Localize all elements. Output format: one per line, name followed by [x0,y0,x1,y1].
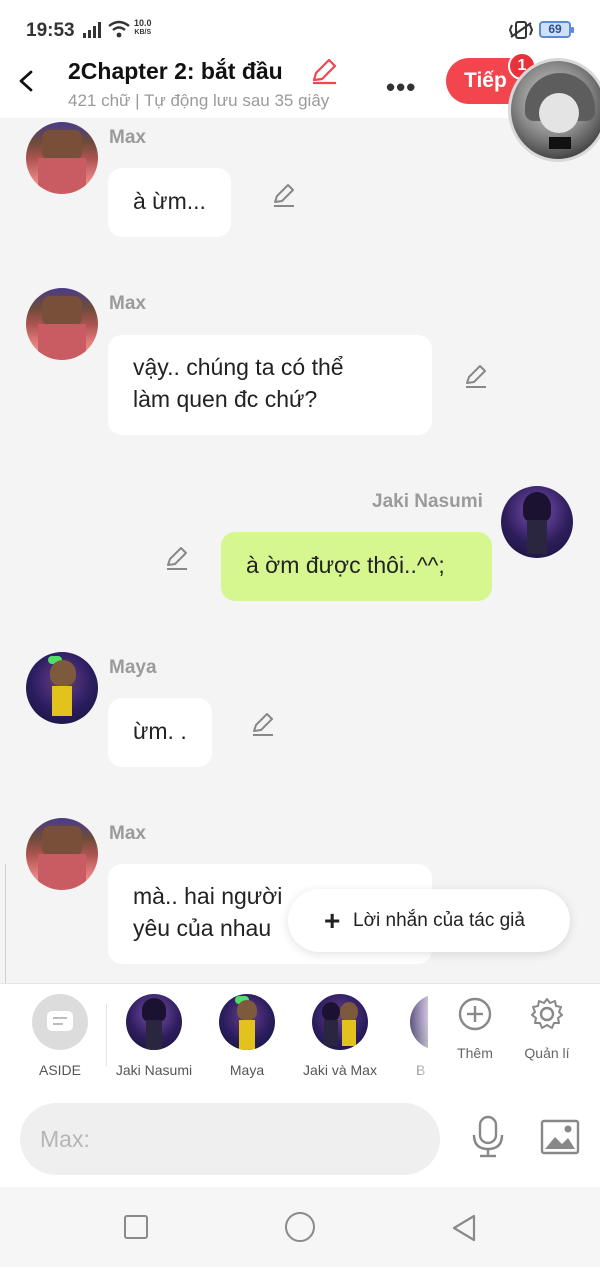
edit-message-icon[interactable] [250,711,276,737]
manage-characters-button[interactable]: Quản lí [512,996,582,1061]
sender-name: Max [109,127,146,148]
word-count-autosave: 421 chữ | Tự động lưu sau 35 giây [68,91,330,110]
character-aside[interactable]: ASIDE [16,994,104,1078]
gear-icon [531,998,563,1029]
back-arrow-icon[interactable] [16,70,38,92]
sender-name: Jaki Nasumi [372,491,483,512]
author-note-button[interactable]: + Lời nhắn của tác giả [288,889,570,952]
character-avatar [126,994,182,1050]
image-icon[interactable] [540,1119,580,1155]
vibrate-icon [508,21,534,39]
recent-apps-icon[interactable] [124,1215,148,1239]
add-character-button[interactable]: Thêm [440,996,510,1061]
back-triangle-icon[interactable] [450,1213,478,1243]
edit-title-pencil-icon[interactable] [309,56,339,86]
sender-name: Max [109,293,146,314]
avatar-maya[interactable] [26,652,98,724]
character-jaki-va-max[interactable]: Jaki và Max [296,994,384,1078]
divider [106,1004,107,1066]
aside-icon [32,994,88,1050]
side-edge-handle[interactable] [0,864,6,984]
microphone-icon[interactable] [470,1115,506,1159]
status-bar: 19:53 10.0 KB/S 69 [0,0,600,58]
character-avatar [219,994,275,1050]
character-bar: ASIDE Jaki Nasumi Maya Jaki và Max B Thê… [0,983,600,1092]
message-bubble[interactable]: vậy.. chúng ta có thể làm quen đc chứ? [108,335,432,435]
wifi-icon [108,20,130,38]
message-bubble[interactable]: à ừm... [108,168,231,237]
character-jaki-nasumi[interactable]: Jaki Nasumi [110,994,198,1078]
chapter-title[interactable]: 2Chapter 2: bắt đầu [68,58,283,85]
signal-icon [83,22,101,38]
sender-name: Maya [109,657,157,678]
edit-message-icon[interactable] [271,182,297,208]
message-input[interactable]: Max: [20,1103,440,1175]
message-bubble[interactable]: ừm. . [108,698,212,767]
character-avatar [312,994,368,1050]
net-speed: 10.0 KB/S [134,18,152,37]
home-icon[interactable] [285,1212,315,1242]
avatar-max[interactable] [26,288,98,360]
input-bar: Max: [0,1091,600,1187]
edit-message-icon[interactable] [164,545,190,571]
avatar-jaki-nasumi[interactable] [501,486,573,558]
edit-message-icon[interactable] [463,363,489,389]
sender-name: Max [109,823,146,844]
plus-icon: + [324,905,341,936]
avatar-max[interactable] [26,818,98,890]
add-circle-icon [458,997,492,1031]
status-time: 19:53 [26,20,75,41]
battery-icon: 69 [539,21,574,38]
character-maya[interactable]: Maya [203,994,291,1078]
floating-avatar[interactable] [508,58,600,162]
system-nav-bar [0,1187,600,1267]
message-bubble-own[interactable]: à ờm được thôi..^^; [221,532,492,601]
avatar-max[interactable] [26,122,98,194]
more-options-icon[interactable]: ••• [386,72,416,103]
